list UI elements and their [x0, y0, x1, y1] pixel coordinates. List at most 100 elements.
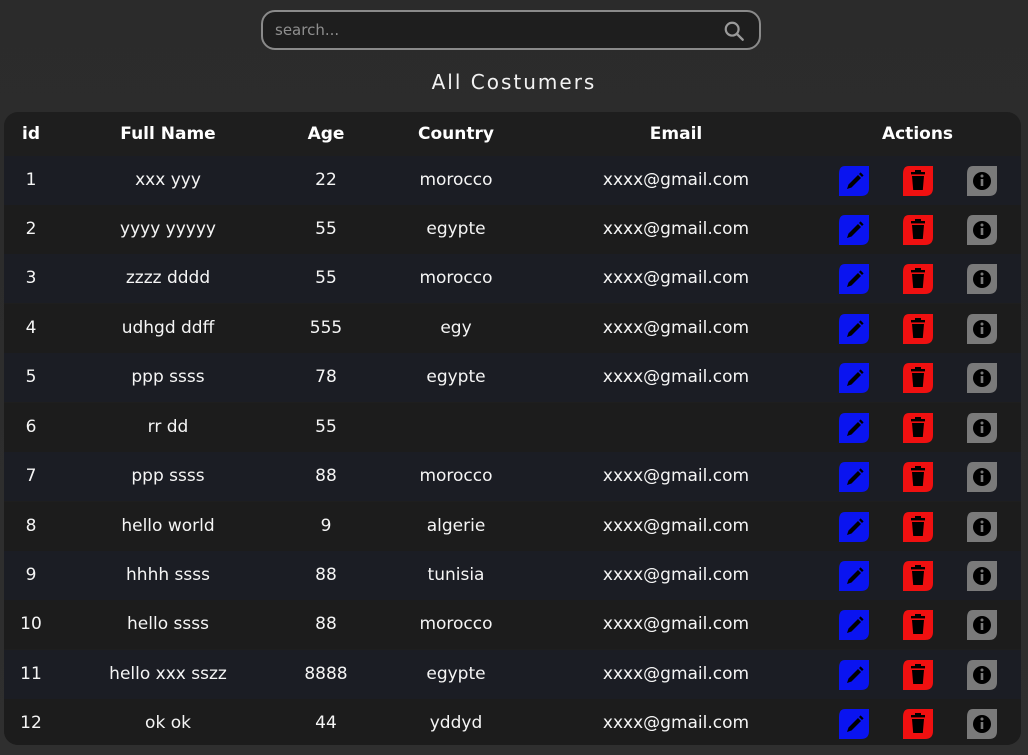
- info-button[interactable]: [964, 509, 1000, 545]
- cell-full-name: hello xxx sszz: [109, 664, 227, 684]
- edit-button[interactable]: [836, 163, 872, 199]
- cell-id: 4: [25, 318, 37, 338]
- info-button[interactable]: [964, 360, 1000, 396]
- edit-button[interactable]: [836, 706, 872, 742]
- edit-button[interactable]: [836, 311, 872, 347]
- delete-button[interactable]: [900, 706, 936, 742]
- pencil-icon: [836, 709, 872, 745]
- cell-age: 9: [320, 516, 332, 536]
- cell-age: 8888: [304, 664, 348, 684]
- info-button[interactable]: [964, 459, 1000, 495]
- info-button[interactable]: [964, 607, 1000, 643]
- edit-button[interactable]: [836, 261, 872, 297]
- search-bar[interactable]: [261, 10, 761, 50]
- trash-icon: [900, 512, 936, 549]
- cell-email: xxxx@gmail.com: [602, 713, 750, 733]
- cell-id: 11: [20, 664, 42, 684]
- cell-full-name: udhgd ddff: [121, 318, 215, 338]
- info-button[interactable]: [964, 212, 1000, 248]
- cell-country: morocco: [419, 170, 493, 190]
- info-button[interactable]: [964, 558, 1000, 594]
- trash-icon: [900, 462, 936, 499]
- cell-age: 55: [315, 268, 337, 288]
- info-icon: [964, 264, 1000, 301]
- pencil-icon: [836, 413, 872, 450]
- table-row: 11 hello xxx sszz 8888 egypte xxxx@gmail.com: [4, 650, 1021, 699]
- cell-email: [538, 403, 814, 452]
- cell-full-name: ppp ssss: [131, 466, 205, 486]
- pencil-icon: [836, 363, 872, 400]
- info-button[interactable]: [964, 706, 1000, 742]
- info-icon: [964, 561, 1000, 598]
- pencil-icon: [836, 166, 872, 203]
- pencil-icon: [836, 610, 872, 647]
- edit-button[interactable]: [836, 558, 872, 594]
- info-button[interactable]: [964, 163, 1000, 199]
- cell-email: xxxx@gmail.com: [602, 219, 750, 239]
- delete-button[interactable]: [900, 261, 936, 297]
- cell-age: 88: [315, 466, 337, 486]
- cell-full-name: zzzz dddd: [125, 268, 211, 288]
- delete-button[interactable]: [900, 558, 936, 594]
- cell-full-name: ok ok: [145, 713, 191, 733]
- cell-id: 3: [25, 268, 37, 288]
- table-row: 6 rr dd 55: [4, 403, 1021, 452]
- info-icon: [964, 610, 1000, 647]
- cell-country: morocco: [419, 466, 493, 486]
- search-input[interactable]: [275, 12, 705, 48]
- cell-id: 8: [25, 516, 37, 536]
- cell-email: xxxx@gmail.com: [602, 614, 750, 634]
- delete-button[interactable]: [900, 311, 936, 347]
- table-row: 1 xxx yyy 22 morocco xxxx@gmail.com: [4, 156, 1021, 205]
- cell-id: 12: [20, 713, 42, 733]
- delete-button[interactable]: [900, 163, 936, 199]
- pencil-icon: [836, 561, 872, 598]
- cell-id: 9: [25, 565, 37, 585]
- cell-full-name: hhhh ssss: [126, 565, 210, 585]
- header-email: Email: [649, 124, 703, 144]
- edit-button[interactable]: [836, 657, 872, 693]
- delete-button[interactable]: [900, 360, 936, 396]
- delete-button[interactable]: [900, 657, 936, 693]
- cell-id: 2: [25, 219, 37, 239]
- cell-email: xxxx@gmail.com: [602, 664, 750, 684]
- pencil-icon: [836, 512, 872, 549]
- table-row: 3 zzzz dddd 55 morocco xxxx@gmail.com: [4, 254, 1021, 303]
- delete-button[interactable]: [900, 509, 936, 545]
- table-row: 12 ok ok 44 yddyd xxxx@gmail.com: [4, 699, 1021, 745]
- trash-icon: [900, 660, 936, 697]
- edit-button[interactable]: [836, 410, 872, 446]
- cell-full-name: hello ssss: [127, 614, 209, 634]
- trash-icon: [900, 264, 936, 301]
- cell-full-name: rr dd: [147, 417, 189, 437]
- search-icon[interactable]: [723, 20, 745, 42]
- cell-email: xxxx@gmail.com: [602, 565, 750, 585]
- edit-button[interactable]: [836, 459, 872, 495]
- cell-age: 22: [315, 170, 337, 190]
- info-button[interactable]: [964, 657, 1000, 693]
- edit-button[interactable]: [836, 607, 872, 643]
- info-button[interactable]: [964, 410, 1000, 446]
- delete-button[interactable]: [900, 607, 936, 643]
- delete-button[interactable]: [900, 212, 936, 248]
- trash-icon: [900, 610, 936, 647]
- info-button[interactable]: [964, 311, 1000, 347]
- edit-button[interactable]: [836, 509, 872, 545]
- cell-country: egypte: [426, 664, 486, 684]
- cell-age: 88: [315, 565, 337, 585]
- info-button[interactable]: [964, 261, 1000, 297]
- table-row: 5 ppp ssss 78 egypte xxxx@gmail.com: [4, 353, 1021, 402]
- table-header-row: id Full Name Age Country Email Actions: [4, 112, 1021, 156]
- cell-country: morocco: [419, 268, 493, 288]
- trash-icon: [900, 363, 936, 400]
- edit-button[interactable]: [836, 360, 872, 396]
- delete-button[interactable]: [900, 410, 936, 446]
- info-icon: [964, 462, 1000, 499]
- table-row: 9 hhhh ssss 88 tunisia xxxx@gmail.com: [4, 551, 1021, 600]
- cell-id: 5: [25, 367, 37, 387]
- cell-id: 6: [25, 417, 37, 437]
- delete-button[interactable]: [900, 459, 936, 495]
- edit-button[interactable]: [836, 212, 872, 248]
- customers-table: id Full Name Age Country Email Actions 1…: [4, 112, 1021, 745]
- cell-country: [374, 403, 538, 452]
